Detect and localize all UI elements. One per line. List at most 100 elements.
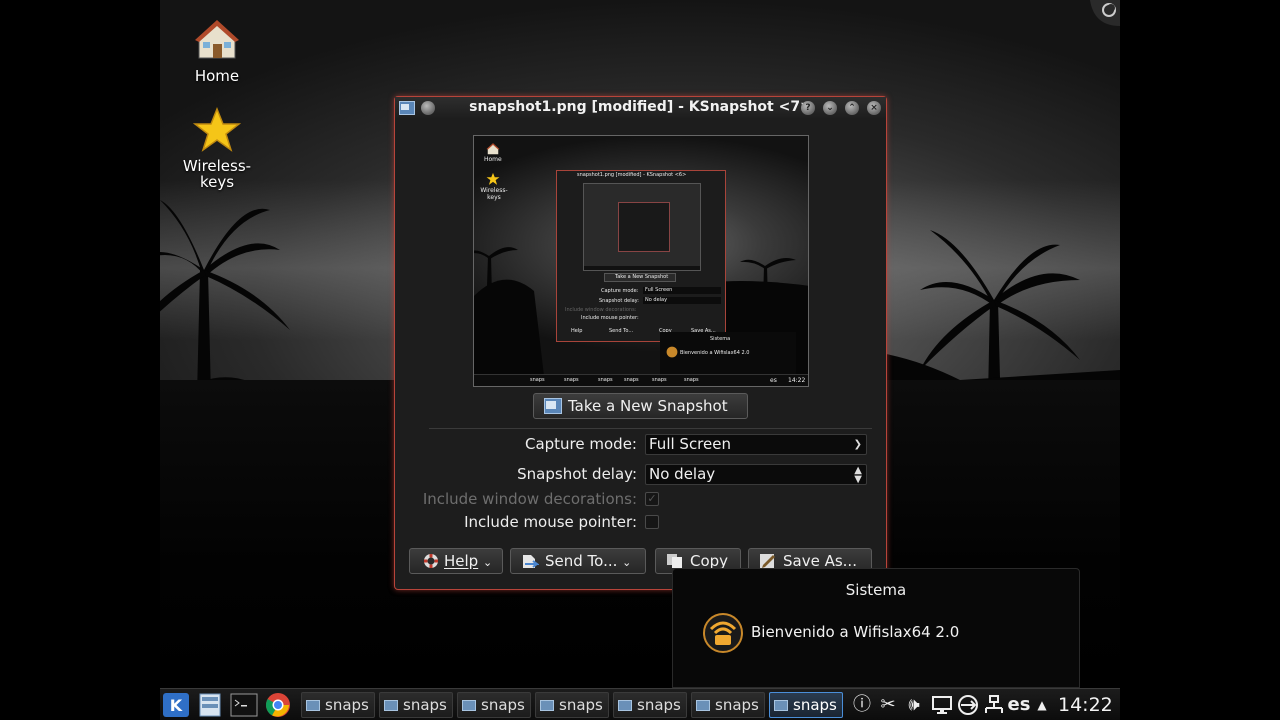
capture-mode-value: Full Screen: [649, 435, 731, 453]
task-label: snaps: [793, 696, 837, 714]
preview-delay-label: Snapshot delay:: [599, 298, 639, 304]
preview-capture-value: Full Screen: [645, 287, 673, 293]
star-icon: [193, 106, 241, 152]
window-icon: [306, 700, 320, 711]
capture-mode-select[interactable]: Full Screen ❯: [645, 434, 867, 455]
snapshot-delay-spinbox[interactable]: No delay ▲ ▼: [645, 464, 867, 485]
send-to-button[interactable]: Send To... ⌄: [510, 548, 646, 574]
task-button-6[interactable]: snaps: [691, 692, 765, 718]
preview-task-6: snaps: [684, 377, 699, 383]
capture-mode-label: Capture mode:: [524, 435, 637, 453]
notification-title: Sistema: [845, 581, 907, 599]
preview-delay-value: No delay: [645, 297, 668, 303]
send-to-label: Send To...: [545, 552, 618, 570]
svg-text:K: K: [170, 696, 183, 715]
preview-wireless-label: Wireless- keys: [480, 187, 508, 201]
take-new-snapshot-label: Take a New Snapshot: [568, 397, 728, 415]
send-to-icon: [523, 555, 539, 568]
task-button-4[interactable]: snaps: [535, 692, 609, 718]
minimize-button[interactable]: ⌄: [823, 101, 837, 115]
home-folder-icon: [195, 20, 239, 59]
chevron-down-icon: ⌄: [482, 556, 493, 569]
window-icon: [696, 700, 710, 711]
display-icon[interactable]: [930, 693, 954, 717]
maximize-button[interactable]: ⌃: [845, 101, 859, 115]
preview-home-icon: [486, 143, 500, 155]
notification-body: Bienvenido a Wifislax64 2.0: [751, 623, 960, 641]
preview-notification: Sistema Bienvenido a Wifislax64 2.0: [660, 332, 796, 378]
task-button-7-active[interactable]: snaps: [769, 692, 843, 718]
help-button[interactable]: Help ⌄: [409, 548, 503, 574]
taskbar: K snaps snaps snaps snaps snaps snaps sn…: [160, 688, 1120, 720]
preview-inner-shot: [583, 183, 701, 271]
preview-lang: es: [770, 377, 777, 384]
info-icon[interactable]: ⓘ: [850, 693, 874, 717]
wifislax-icon: [703, 613, 743, 653]
include-decorations-label: Include window decorations:: [422, 490, 637, 508]
volume-icon[interactable]: 🕪: [902, 693, 926, 717]
window-icon: [462, 700, 476, 711]
task-label: snaps: [559, 696, 603, 714]
snapshot-preview[interactable]: Home Wireless- keys snapshot1.png [modif…: [473, 135, 809, 387]
clock[interactable]: 14:22: [1058, 692, 1113, 718]
notification-popup[interactable]: Sistema Bienvenido a Wifislax64 2.0: [672, 568, 1080, 688]
preview-star-icon: [486, 172, 500, 185]
close-button[interactable]: ×: [867, 101, 881, 115]
include-pointer-label: Include mouse pointer:: [464, 513, 637, 531]
file-manager-icon[interactable]: [196, 692, 224, 718]
include-decorations-checkbox[interactable]: ✓: [645, 492, 659, 506]
help-label: Help: [444, 552, 479, 570]
preview-help: Help: [571, 328, 583, 334]
task-button-3[interactable]: snaps: [457, 692, 531, 718]
preview-send-to: Send To...: [609, 328, 634, 334]
task-button-2[interactable]: snaps: [379, 692, 453, 718]
ksnapshot-window: snapshot1.png [modified] - KSnapshot <7>…: [394, 96, 887, 590]
home-label: Home: [194, 67, 240, 85]
help-lifebuoy-icon: [424, 554, 438, 568]
window-icon: [384, 700, 398, 711]
preview-window: snapshot1.png [modified] - KSnapshot <6>…: [556, 170, 726, 342]
chevron-down-icon: ⌄: [622, 556, 632, 569]
task-label: snaps: [637, 696, 681, 714]
window-icon: [540, 700, 554, 711]
wireless-keys-label: Wireless- keys: [182, 157, 252, 191]
preview-taskbar: snaps snaps snaps snaps snaps snaps es 1…: [474, 374, 808, 386]
preview-task-1: snaps: [530, 377, 545, 383]
task-label: snaps: [403, 696, 447, 714]
preview-window-title: snapshot1.png [modified] - KSnapshot <6>: [577, 172, 687, 178]
take-new-snapshot-button[interactable]: Take a New Snapshot: [533, 393, 748, 419]
preview-task-5: snaps: [652, 377, 667, 383]
snapshot-icon: [544, 398, 562, 414]
include-pointer-checkbox[interactable]: [645, 515, 659, 529]
preview-clock: 14:22: [788, 377, 806, 384]
task-button-1[interactable]: snaps: [301, 692, 375, 718]
scissors-icon[interactable]: ✂: [876, 693, 900, 717]
terminal-icon[interactable]: [230, 692, 258, 718]
keyboard-layout[interactable]: es: [1006, 693, 1032, 717]
window-titlebar[interactable]: snapshot1.png [modified] - KSnapshot <7>…: [395, 97, 886, 119]
preview-inner-taskbar: [584, 266, 700, 270]
desktop-icon-home[interactable]: Home: [172, 16, 262, 84]
preview-task-3: snaps: [598, 377, 613, 383]
preview-notif-title: Sistema: [710, 336, 731, 342]
task-label: snaps: [481, 696, 525, 714]
network-icon[interactable]: [982, 693, 1006, 717]
preview-pointer-label: Include mouse pointer:: [581, 315, 639, 321]
usb-icon[interactable]: [956, 693, 980, 717]
preview-notif-body: Bienvenido a Wifislax64 2.0: [680, 350, 750, 356]
desktop-icon-wireless-keys[interactable]: Wireless- keys: [172, 106, 262, 190]
desktop-toolbox-icon[interactable]: [1090, 0, 1120, 26]
preview-wifislax-icon: [666, 346, 678, 358]
chrome-icon[interactable]: [264, 692, 292, 718]
window-icon: [618, 700, 632, 711]
tray-expand-icon[interactable]: ▲: [1034, 693, 1050, 717]
chevron-down-icon: ❯: [853, 439, 862, 450]
spin-arrows-icon[interactable]: ▲ ▼: [854, 466, 862, 485]
task-button-5[interactable]: snaps: [613, 692, 687, 718]
save-as-icon: [760, 554, 775, 568]
snapshot-delay-value: No delay: [649, 465, 716, 483]
task-label: snaps: [325, 696, 369, 714]
kde-menu-icon[interactable]: K: [162, 692, 190, 718]
task-label: snaps: [715, 696, 759, 714]
help-button-title[interactable]: ?: [801, 101, 815, 115]
